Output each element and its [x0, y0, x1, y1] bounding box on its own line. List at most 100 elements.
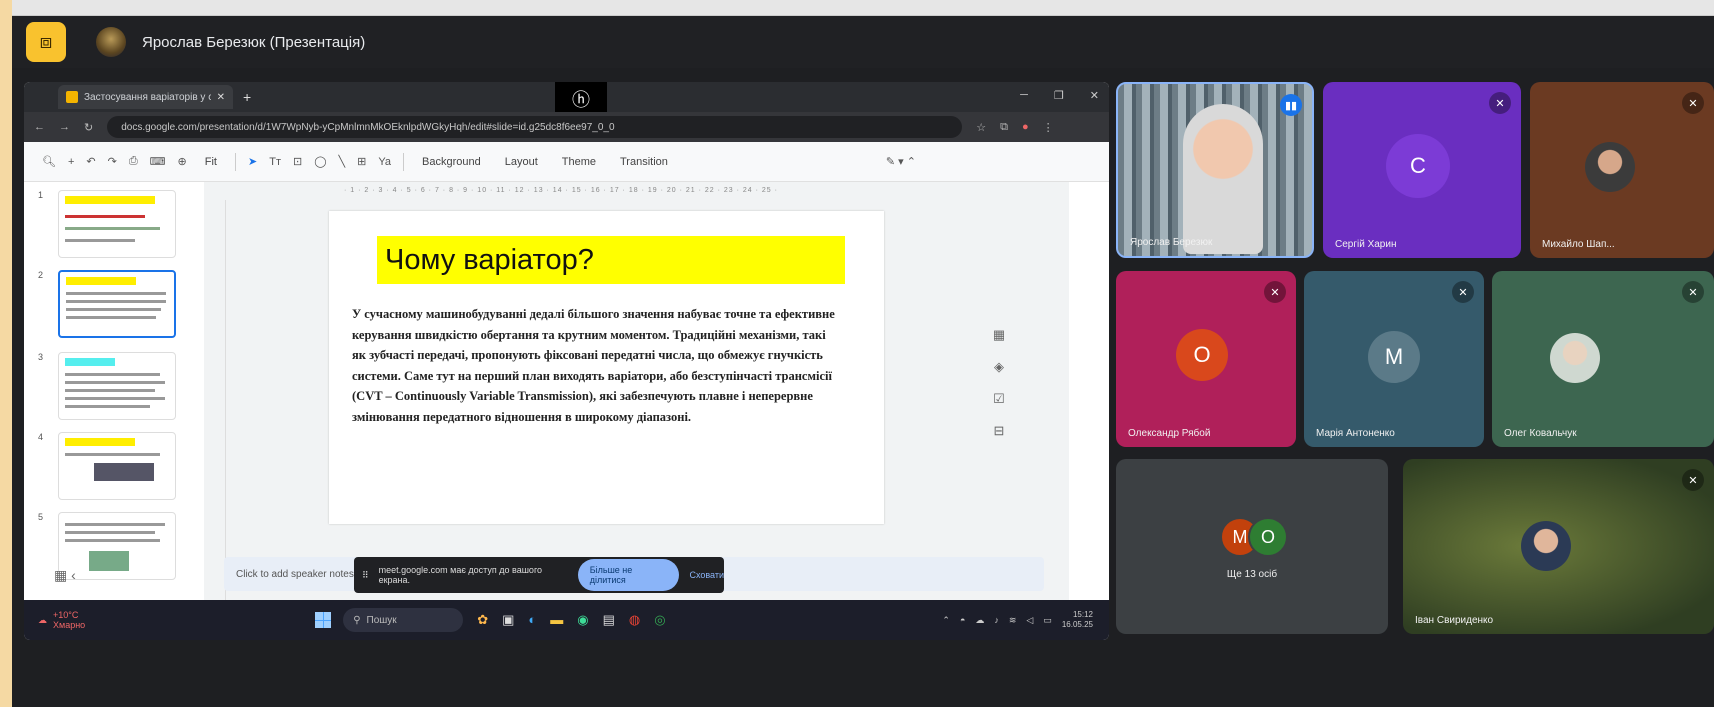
new-slide-icon[interactable]: + — [68, 156, 74, 168]
zoom-select[interactable]: Fit — [199, 154, 223, 170]
thumbnail-line — [66, 292, 166, 295]
volume-icon[interactable]: ◁ — [1026, 615, 1033, 626]
reload-icon[interactable]: ↻ — [84, 121, 93, 134]
windows-start-icon[interactable] — [315, 612, 332, 628]
url-field[interactable]: docs.google.com/presentation/d/1W7WpNyb-… — [107, 116, 963, 138]
participant-tile[interactable]: ✕ Олег Ковальчук — [1492, 271, 1714, 447]
hide-sharing-bar-button[interactable]: Сховати — [689, 570, 724, 580]
store-app-icon[interactable]: ▤ — [603, 612, 615, 628]
thumbnail-line — [65, 389, 155, 392]
minimize-icon[interactable]: ─ — [1020, 89, 1028, 102]
chrome-app-icon[interactable]: ◍ — [629, 612, 640, 628]
browser-app-icon[interactable]: ◉ — [577, 612, 588, 628]
menu-dots-icon[interactable]: ⋮ — [1043, 121, 1054, 134]
thumbnail-item[interactable]: 2 — [38, 270, 176, 338]
tray-expand-icon[interactable]: ⌃ — [942, 615, 950, 626]
maximize-icon[interactable]: ❐ — [1054, 89, 1064, 102]
theme-button[interactable]: Theme — [556, 154, 602, 170]
paint-format-icon[interactable]: ⌨ — [150, 155, 166, 168]
contacts-icon[interactable]: ⊟ — [994, 423, 1005, 439]
keep-icon[interactable]: ◈ — [994, 359, 1004, 375]
tasks-icon[interactable]: ☑ — [993, 391, 1005, 407]
more-participants-tile[interactable]: M O Ще 13 осіб — [1116, 459, 1388, 634]
file-explorer-icon[interactable]: ▬ — [550, 612, 563, 628]
drag-handle-icon[interactable]: ⠿ — [362, 570, 369, 581]
print-icon[interactable]: ⎙ — [129, 155, 138, 168]
edge-app-icon[interactable]: ◐ — [528, 612, 536, 628]
slide-thumbnail[interactable] — [58, 190, 176, 258]
close-tab-icon[interactable]: ✕ — [217, 92, 225, 103]
thumbnail-item[interactable]: 1 — [38, 190, 176, 258]
tray-app-icon[interactable]: ◓ — [960, 615, 965, 625]
shape-icon[interactable]: ◯ — [314, 155, 326, 168]
thumbnail-item[interactable]: 4 — [38, 432, 176, 500]
browser-tab-strip: Застосування варіаторів у с... ✕ + ⓗ ─ ❐… — [24, 82, 1109, 116]
widgets-app-icon[interactable]: ✿ — [477, 612, 488, 628]
participant-tile-video[interactable]: ▮▮ Ярослав Березюк — [1116, 82, 1314, 258]
battery-icon[interactable]: ▭ — [1043, 615, 1052, 626]
thumbnail-item[interactable]: 3 — [38, 352, 176, 420]
speaker-notes-placeholder: Click to add speaker notes — [236, 568, 354, 580]
thumbnail-line — [65, 239, 135, 242]
pen-icon[interactable]: ✎ ▾ ⌃ — [886, 155, 916, 168]
transition-button[interactable]: Transition — [614, 154, 674, 170]
slide-thumbnail[interactable] — [58, 352, 176, 420]
window-controls: ─ ❐ ✕ — [1020, 89, 1099, 102]
participant-initial-avatar: O — [1248, 517, 1288, 557]
mic-tray-icon[interactable]: ♪ — [994, 615, 999, 625]
text-box-icon[interactable]: Tт — [269, 156, 281, 168]
slide-title[interactable]: Чому варіатор? — [377, 236, 845, 284]
onedrive-icon[interactable]: ☁ — [975, 615, 984, 626]
participant-initial-avatar: C — [1386, 134, 1450, 198]
weather-widget[interactable]: ☁ +10°C Хмарно — [38, 610, 85, 630]
browser-tab[interactable]: Застосування варіаторів у с... ✕ — [58, 85, 233, 109]
comment-icon[interactable]: ⊞ — [357, 155, 366, 168]
grid-view-icon[interactable]: ▦ ‹ — [54, 567, 76, 584]
select-cursor-icon[interactable]: ➤ — [248, 155, 257, 168]
clock[interactable]: 15:12 16.05.25 — [1062, 610, 1093, 630]
extensions-icon[interactable]: ⧉ — [1000, 121, 1008, 134]
zoom-icon[interactable]: ⊕ — [178, 155, 187, 168]
screen-sharing-bar: ⠿ meet.google.com має доступ до вашого е… — [354, 557, 724, 593]
participant-tile[interactable]: ✕ Іван Свириденко — [1403, 459, 1714, 634]
search-menus-icon[interactable]: 🔍︎ — [42, 155, 56, 168]
bookmark-star-icon[interactable]: ☆ — [976, 121, 986, 134]
profile-icon[interactable]: ● — [1022, 121, 1029, 133]
participant-tile[interactable]: M ✕ Марія Антоненко — [1304, 271, 1484, 447]
more-participants-label: Ще 13 осіб — [1226, 569, 1278, 580]
participant-tile[interactable]: О ✕ Олександр Рябой — [1116, 271, 1296, 447]
slide-body-text[interactable]: У сучасному машинобудуванні дедалі більш… — [352, 304, 842, 427]
new-tab-icon[interactable]: + — [243, 89, 251, 105]
mic-off-icon: ✕ — [1682, 281, 1704, 303]
image-icon[interactable]: ⊡ — [293, 155, 302, 168]
wifi-icon[interactable]: ≋ — [1009, 615, 1017, 626]
taskbar-apps: ✿ ▣ ◐ ▬ ◉ ▤ ◍ ◎ — [477, 612, 665, 628]
participant-initial-avatar: О — [1176, 329, 1228, 381]
background-button[interactable]: Background — [416, 154, 487, 170]
participant-tile[interactable]: C ✕ Сергій Харин — [1323, 82, 1521, 258]
participant-name: Ярослав Березюк — [1130, 237, 1213, 248]
back-icon[interactable]: ← — [34, 121, 45, 133]
thumbnail-line — [65, 373, 160, 376]
thumbnail-title-bar — [65, 438, 135, 446]
meet-logo-icon[interactable]: ⧈ — [26, 22, 66, 62]
undo-icon[interactable]: ↶ — [86, 155, 95, 168]
forward-icon[interactable]: → — [59, 121, 70, 133]
vertical-ruler — [216, 200, 226, 610]
slide-thumbnail-selected[interactable] — [58, 270, 176, 338]
taskbar-search[interactable]: ⚲ Пошук — [343, 608, 464, 632]
meet-app-icon[interactable]: ◎ — [654, 612, 665, 628]
layout-button[interactable]: Layout — [499, 154, 544, 170]
current-slide[interactable]: Чому варіатор? У сучасному машинобудуван… — [329, 211, 884, 524]
format-options-icon[interactable]: Ya — [378, 156, 391, 168]
task-view-icon[interactable]: ▣ — [502, 612, 514, 628]
calendar-icon[interactable]: ▦ — [993, 327, 1005, 343]
participant-name: Іван Свириденко — [1415, 615, 1494, 626]
line-icon[interactable]: ╲ — [339, 155, 346, 168]
participant-tile[interactable]: ✕ Михайло Шап... — [1530, 82, 1714, 258]
redo-icon[interactable]: ↷ — [108, 155, 117, 168]
close-window-icon[interactable]: ✕ — [1090, 89, 1099, 102]
stop-sharing-button[interactable]: Більше не ділитися — [577, 559, 680, 591]
thumbnail-line — [65, 405, 150, 408]
slide-thumbnail[interactable] — [58, 432, 176, 500]
